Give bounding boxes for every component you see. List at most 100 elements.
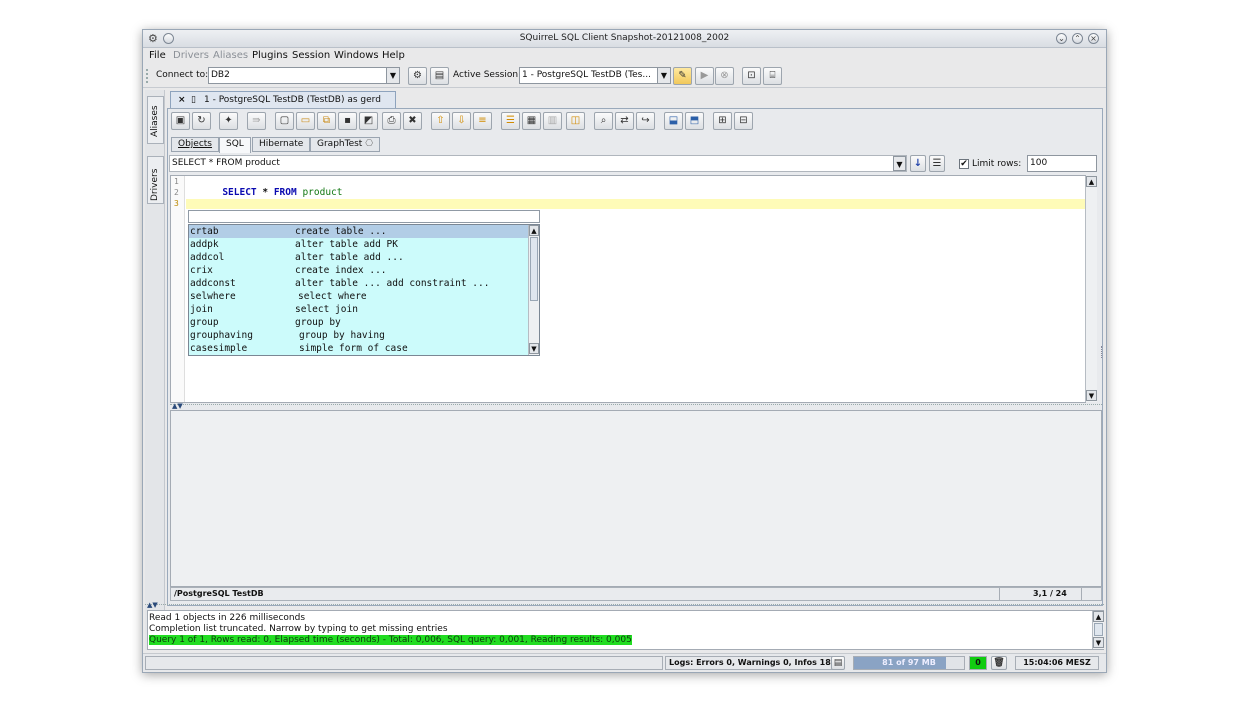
export-button[interactable]: ⬓ <box>664 112 683 130</box>
active-session-label: Active Session: <box>453 70 521 80</box>
bookmark-add-button[interactable]: ▦ <box>522 112 541 130</box>
append-file-button[interactable]: ⧉ <box>317 112 336 130</box>
maximize-button[interactable]: ⌃ <box>1072 33 1083 44</box>
menu-help[interactable]: Help <box>382 50 405 61</box>
print-button[interactable]: ⎙ <box>382 112 401 130</box>
stop-sql-button[interactable]: ⊗ <box>715 67 734 85</box>
session-name: /PostgreSQL TestDB <box>174 588 264 600</box>
bookmark-button[interactable]: ☰ <box>501 112 520 130</box>
editor-scrollbar[interactable]: ▲ ▼ <box>1085 176 1097 402</box>
completion-popup: crtabcreate table ... addpkalter table a… <box>188 224 540 356</box>
save-as-button[interactable]: ◩ <box>359 112 378 130</box>
scroll-up-arrow[interactable]: ▲ <box>529 225 539 236</box>
previous-statement-button[interactable]: ⇧ <box>431 112 450 130</box>
completion-item[interactable]: addpkalter table add PK <box>189 238 529 251</box>
scroll-down-arrow[interactable]: ▼ <box>529 343 539 354</box>
resize-grip[interactable] <box>1101 346 1104 358</box>
menu-file[interactable]: File <box>149 50 166 61</box>
scroll-thumb[interactable] <box>1094 623 1103 636</box>
menu-aliases[interactable]: Aliases <box>213 50 248 61</box>
modify-alias-button[interactable]: ▤ <box>430 67 449 85</box>
results-panel <box>170 410 1102 587</box>
connect-alias-button[interactable]: ⚙ <box>408 67 427 85</box>
open-file-button[interactable]: ▭ <box>296 112 315 130</box>
menu-session[interactable]: Session <box>292 50 330 61</box>
scroll-thumb[interactable] <box>530 237 538 301</box>
scroll-up-arrow[interactable]: ▲ <box>1093 611 1104 622</box>
new-file-button[interactable]: ▢ <box>275 112 294 130</box>
run-sql-button[interactable]: ▶ <box>695 67 714 85</box>
minimize-button[interactable]: ⌄ <box>1056 33 1067 44</box>
sidebar-tab-aliases[interactable]: Aliases <box>147 96 164 144</box>
run-all-button[interactable]: ⇛ <box>247 112 266 130</box>
splitter-arrows-icon[interactable]: ▲▼ <box>172 402 183 410</box>
sql-history-select[interactable]: SELECT * FROM product <box>169 155 907 172</box>
refresh-button[interactable]: ↻ <box>192 112 211 130</box>
goto-button[interactable]: ↪ <box>636 112 655 130</box>
limit-rows-input[interactable]: 100 <box>1027 155 1097 172</box>
logs-summary[interactable]: Logs: Errors 0, Warnings 0, Infos 187 <box>665 656 837 670</box>
completion-item[interactable]: addcolalter table add ... <box>189 251 529 264</box>
replace-button[interactable]: ⇄ <box>615 112 634 130</box>
completion-item[interactable]: casesimplesimple form of case <box>189 342 529 355</box>
run-button[interactable]: ✦ <box>219 112 238 130</box>
format-sql-button[interactable]: ⊞ <box>713 112 732 130</box>
history-list-button[interactable]: ☰ <box>929 155 945 172</box>
comment-sql-button[interactable]: ⊟ <box>734 112 753 130</box>
connect-alias-select[interactable]: DB2 ▼ <box>208 67 400 84</box>
session-tab[interactable]: × ▯ 1 - PostgreSQL TestDB (TestDB) as ge… <box>170 91 396 109</box>
active-session-select[interactable]: 1 - PostgreSQL TestDB (Tes... ▼ <box>519 67 671 84</box>
main-window: ⚙ SQuirreL SQL Client Snapshot-20121008_… <box>142 29 1107 673</box>
bookmark-edit-button[interactable]: ▥ <box>543 112 562 130</box>
completion-item[interactable]: addconstalter table ... add constraint .… <box>189 277 529 290</box>
garbage-collect-button[interactable]: 🗑 <box>991 656 1007 670</box>
close-button[interactable]: × <box>1088 33 1099 44</box>
limit-rows-checkbox[interactable]: ✔ <box>959 159 969 169</box>
cursor-position: 3,1 / 24 <box>1033 588 1067 600</box>
tab-hibernate[interactable]: Hibernate <box>252 137 310 152</box>
session-status-bar: /PostgreSQL TestDB 3,1 / 24 <box>170 587 1102 601</box>
completion-item[interactable]: selwhereselect where <box>189 290 529 303</box>
message-splitter[interactable]: ▲▼ <box>145 604 1104 609</box>
tab-objects[interactable]: Objects <box>171 137 219 152</box>
completion-filter-input[interactable] <box>188 210 540 223</box>
connect-label: Connect to: <box>156 70 208 80</box>
completion-item[interactable]: grouphavinggroup by having <box>189 329 529 342</box>
import-button[interactable]: ⬒ <box>685 112 704 130</box>
chevron-down-icon[interactable]: ▼ <box>386 68 399 83</box>
chevron-down-icon[interactable]: ▼ <box>893 156 906 171</box>
log-viewer-button[interactable]: ▤ <box>831 656 845 670</box>
message-scrollbar[interactable]: ▲ ▼ <box>1092 611 1104 649</box>
menu-drivers[interactable]: Drivers <box>173 50 209 61</box>
object-tree-button[interactable]: ⌸ <box>763 67 782 85</box>
close-icon[interactable]: × <box>178 92 186 108</box>
scroll-down-arrow[interactable]: ▼ <box>1086 390 1097 401</box>
scroll-down-arrow[interactable]: ▼ <box>1093 637 1104 648</box>
memory-bar[interactable]: 81 of 97 MB <box>853 656 965 670</box>
select-statement-button[interactable]: ≡ <box>473 112 492 130</box>
completion-scrollbar[interactable]: ▲ ▼ <box>528 225 539 355</box>
completion-abbr: selwhere <box>190 290 236 303</box>
tab-sql[interactable]: SQL <box>219 137 251 153</box>
scroll-up-arrow[interactable]: ▲ <box>1086 176 1097 187</box>
find-button[interactable]: ⌕ <box>594 112 613 130</box>
completion-item[interactable]: crtabcreate table ... <box>189 225 529 238</box>
completion-item[interactable]: groupgroup by <box>189 316 529 329</box>
sidebar-tab-drivers[interactable]: Drivers <box>147 156 164 204</box>
new-sql-worksheet-button[interactable]: ⊡ <box>742 67 761 85</box>
copy-history-button[interactable]: ↓ <box>910 155 926 172</box>
next-statement-button[interactable]: ⇩ <box>452 112 471 130</box>
splitter-arrows-icon[interactable]: ▲▼ <box>147 601 158 609</box>
new-window-button[interactable]: ▣ <box>171 112 190 130</box>
completion-item[interactable]: joinselect join <box>189 303 529 316</box>
completion-item[interactable]: crixcreate index ... <box>189 264 529 277</box>
session-properties-button[interactable]: ✎ <box>673 67 692 85</box>
tab-graphtest[interactable]: GraphTest ⎔ <box>310 137 380 152</box>
chevron-down-icon[interactable]: ▼ <box>657 68 670 83</box>
save-file-button[interactable]: ▪ <box>338 112 357 130</box>
code-template-button[interactable]: ◫ <box>566 112 585 130</box>
menu-plugins[interactable]: Plugins <box>252 50 288 61</box>
clear-button[interactable]: ✖ <box>403 112 422 130</box>
status-message-cell <box>145 656 663 670</box>
menu-windows[interactable]: Windows <box>334 50 379 61</box>
